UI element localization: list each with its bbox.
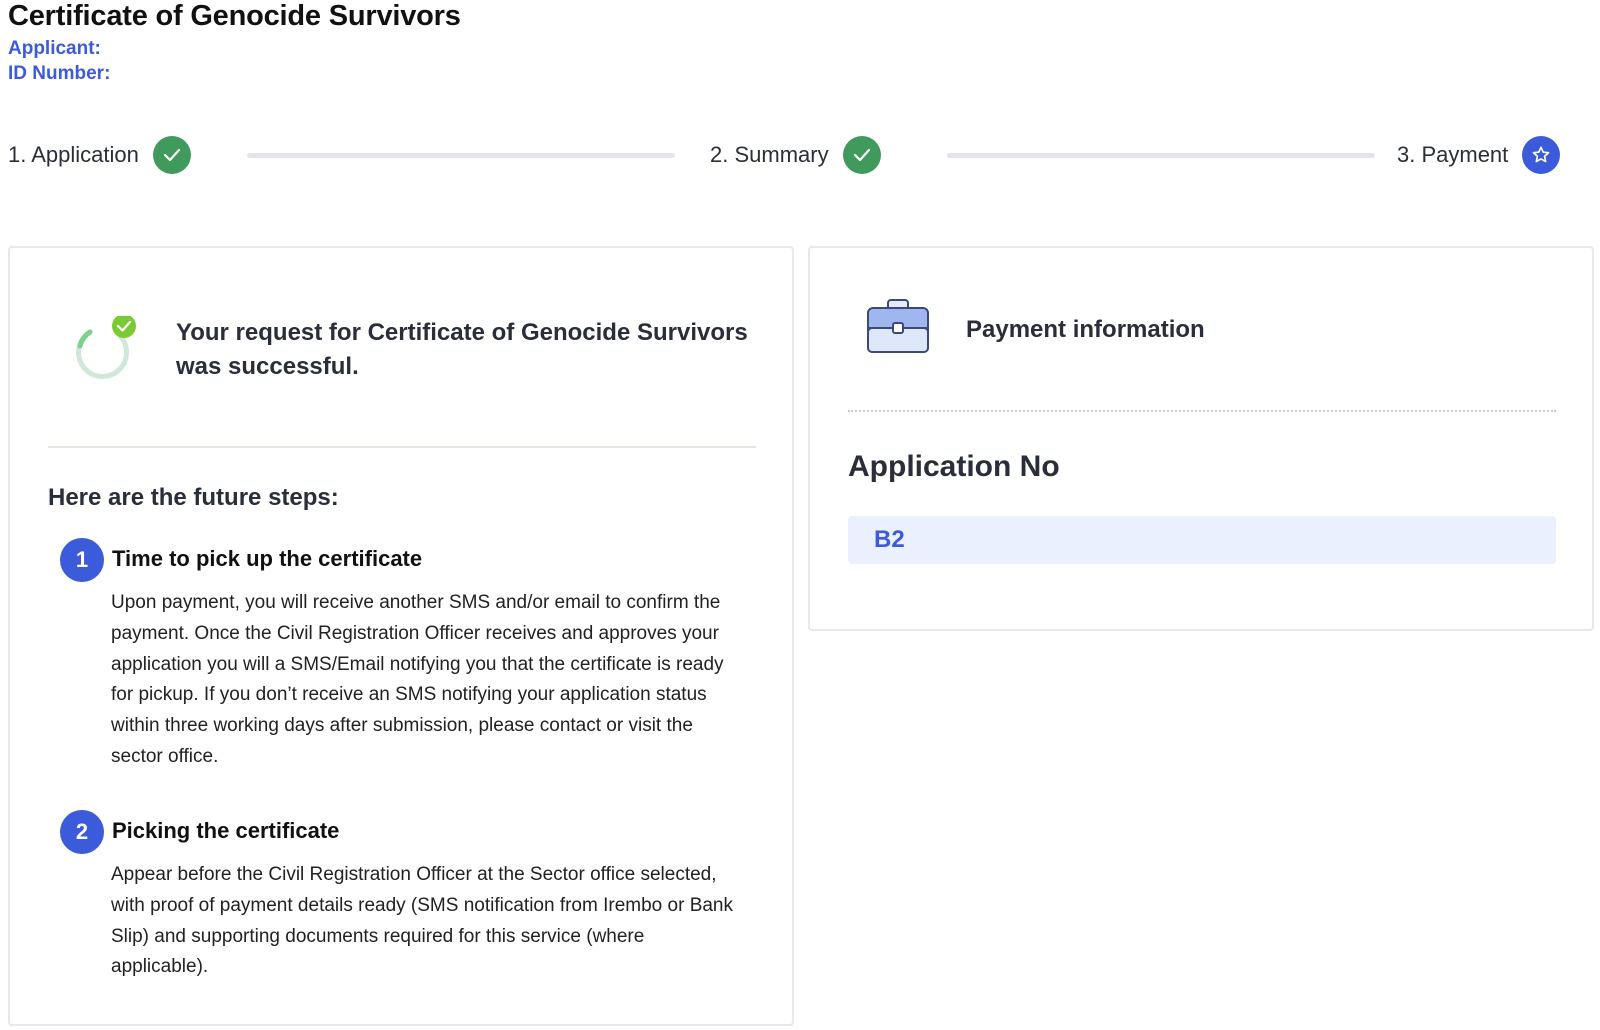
- payment-title: Payment information: [966, 316, 1205, 343]
- applicant-label: Applicant:: [8, 38, 101, 59]
- briefcase-icon: [867, 299, 929, 353]
- application-no-label: Application No: [848, 450, 1060, 483]
- step-application: 1. Application: [8, 136, 191, 174]
- future-steps-title: Here are the future steps:: [48, 484, 339, 511]
- application-no-value: B2: [874, 526, 905, 553]
- step-summary: 2. Summary: [710, 136, 881, 174]
- step-connector: [947, 153, 1375, 158]
- step-application-label: 1. Application: [8, 142, 139, 167]
- check-icon: [842, 136, 881, 174]
- progress-stepper: 1. Application 2. Summary 3. Payment: [8, 136, 1594, 176]
- step-payment: 3. Payment: [1397, 136, 1561, 174]
- payment-card: Payment information Application No B2: [808, 246, 1594, 631]
- step-summary-label: 2. Summary: [710, 142, 829, 167]
- step-connector: [247, 153, 675, 158]
- success-spinner-icon: [76, 316, 136, 379]
- future-step-heading: Time to pick up the certificate: [112, 546, 423, 571]
- page-title: Certificate of Genocide Survivors: [8, 0, 461, 32]
- success-header: Your request for Certificate of Genocide…: [58, 306, 758, 396]
- check-icon: [152, 136, 191, 174]
- future-step-body: Upon payment, you will receive another S…: [111, 592, 724, 767]
- star-icon: [1522, 136, 1561, 174]
- payment-header: Payment information: [866, 298, 1566, 358]
- divider: [48, 446, 756, 448]
- future-step-body: Appear before the Civil Registration Off…: [111, 864, 733, 978]
- dotted-divider: [848, 410, 1556, 412]
- future-step-heading: Picking the certificate: [112, 818, 340, 843]
- success-card: Your request for Certificate of Genocide…: [8, 246, 794, 1026]
- step-payment-label: 3. Payment: [1397, 142, 1509, 167]
- step-number-badge: 1: [60, 538, 104, 582]
- step-number-badge: 2: [60, 810, 104, 854]
- id-number-label: ID Number:: [8, 63, 111, 84]
- success-message: Your request for Certificate of Genocide…: [176, 319, 748, 380]
- application-no-field[interactable]: B2: [848, 516, 1556, 564]
